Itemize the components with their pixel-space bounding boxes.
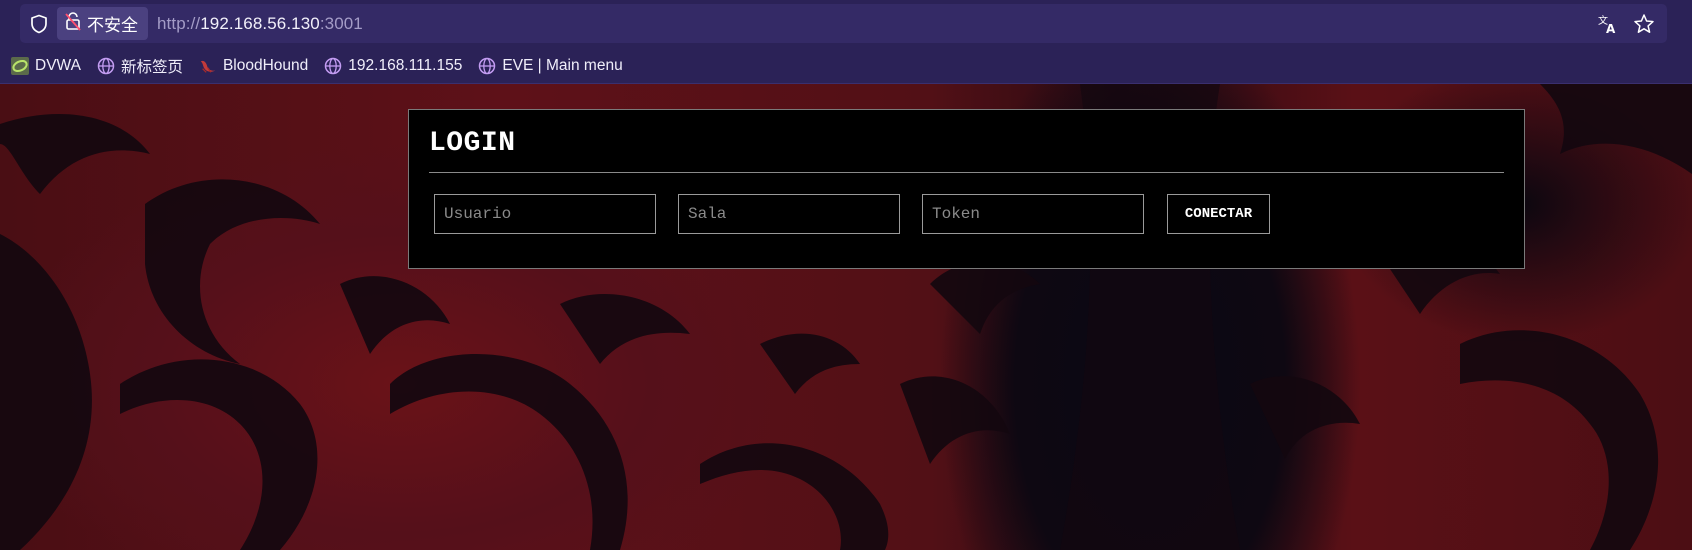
dvwa-icon — [11, 57, 29, 75]
bookmark-label: 新标签页 — [120, 59, 183, 76]
username-input[interactable] — [434, 194, 656, 234]
url-text[interactable]: http://192.168.56.130:3001 — [157, 14, 363, 34]
login-panel: LOGIN CONECTAR — [408, 109, 1525, 269]
security-label: 不安全 — [87, 16, 138, 35]
globe-icon — [97, 57, 115, 75]
bookmark-label: EVE | Main menu — [502, 57, 623, 74]
shield-icon[interactable] — [29, 14, 49, 34]
url-port: :3001 — [319, 13, 363, 33]
bloodhound-icon — [199, 57, 217, 75]
translate-icon[interactable]: 文 A — [1597, 13, 1619, 35]
svg-text:A: A — [1606, 22, 1616, 35]
address-bar[interactable]: 不安全 http://192.168.56.130:3001 文 A — [20, 4, 1667, 43]
room-input[interactable] — [678, 194, 900, 234]
connect-button[interactable]: CONECTAR — [1167, 194, 1270, 234]
bookmark-new-tab[interactable]: 新标签页 — [97, 55, 183, 77]
url-host: 192.168.56.130 — [200, 13, 320, 33]
star-icon[interactable] — [1633, 13, 1655, 35]
bookmark-label: BloodHound — [222, 57, 309, 74]
bookmark-dvwa[interactable]: DVWA — [11, 57, 81, 75]
bookmarks-bar: DVWA 新标签页 BloodHound 192.168.111.155 EVE… — [0, 48, 1692, 84]
insecure-lock-icon — [65, 11, 81, 36]
address-bar-actions: 文 A — [1597, 4, 1655, 43]
divider — [429, 172, 1504, 173]
bookmark-label: 192.168.111.155 — [348, 57, 463, 74]
bookmark-192-168-111-155[interactable]: 192.168.111.155 — [324, 57, 462, 75]
token-input[interactable] — [922, 194, 1144, 234]
page-content: LOGIN CONECTAR — [0, 84, 1692, 550]
bookmark-bloodhound[interactable]: BloodHound — [199, 57, 308, 75]
globe-icon — [324, 57, 342, 75]
bookmark-eve-main-menu[interactable]: EVE | Main menu — [478, 57, 623, 75]
bookmark-label: DVWA — [35, 57, 81, 74]
globe-icon — [478, 57, 496, 75]
url-scheme: http:// — [157, 13, 201, 33]
security-indicator[interactable]: 不安全 — [57, 7, 148, 40]
browser-chrome: 不安全 http://192.168.56.130:3001 文 A DVWA … — [0, 0, 1692, 84]
login-title: LOGIN — [429, 128, 516, 159]
